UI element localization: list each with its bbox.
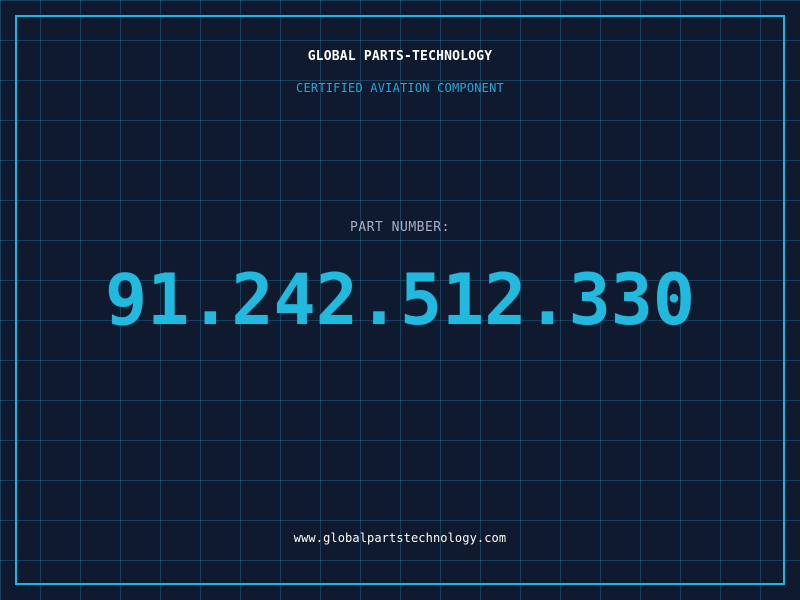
part-number-label: PART NUMBER: — [350, 220, 450, 235]
part-number-value: 91.242.512.330 — [104, 259, 695, 341]
part-certificate-page: GLOBAL PARTS-TECHNOLOGY CERTIFIED AVIATI… — [0, 0, 800, 600]
certification-subtitle: CERTIFIED AVIATION COMPONENT — [296, 81, 504, 95]
company-name: GLOBAL PARTS-TECHNOLOGY — [307, 49, 493, 64]
website-url: www.globalpartstechnology.com — [293, 531, 507, 545]
